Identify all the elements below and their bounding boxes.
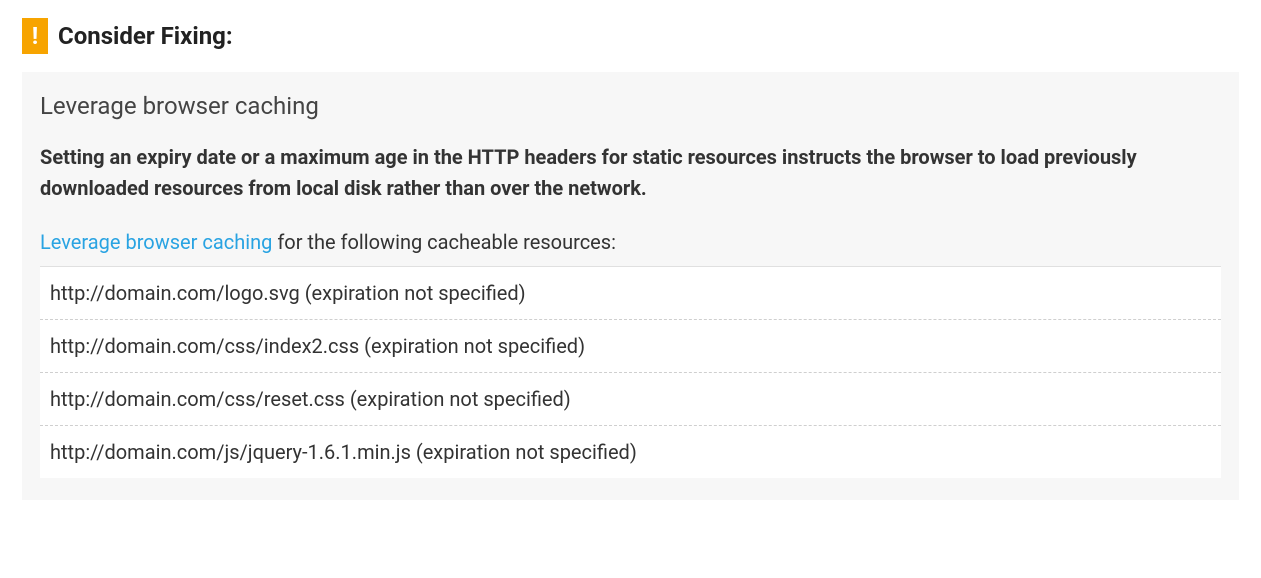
warning-icon: ! [22,18,48,54]
section-header: ! Consider Fixing: [22,18,1239,54]
issue-panel: Leverage browser caching Setting an expi… [22,72,1239,500]
resource-item: http://domain.com/js/jquery-1.6.1.min.js… [40,426,1221,478]
issue-description: Setting an expiry date or a maximum age … [40,142,1221,204]
resource-item: http://domain.com/logo.svg (expiration n… [40,267,1221,320]
report-section: ! Consider Fixing: Leverage browser cach… [0,0,1261,522]
resource-list: http://domain.com/logo.svg (expiration n… [40,266,1221,478]
issue-subtext-suffix: for the following cacheable resources: [272,230,616,254]
resource-item: http://domain.com/css/reset.css (expirat… [40,373,1221,426]
section-title: Consider Fixing: [58,22,233,50]
leverage-caching-link[interactable]: Leverage browser caching [40,230,272,254]
warning-icon-glyph: ! [32,24,39,48]
issue-subtext: Leverage browser caching for the followi… [40,230,1221,254]
issue-title: Leverage browser caching [40,92,1221,120]
resource-item: http://domain.com/css/index2.css (expira… [40,320,1221,373]
